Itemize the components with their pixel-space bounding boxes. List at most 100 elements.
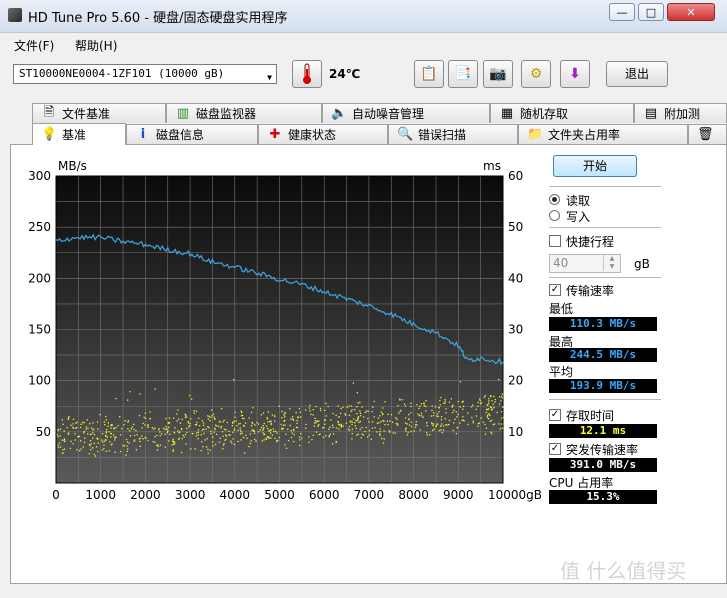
access-time-point [203, 432, 205, 435]
access-time-point [243, 424, 245, 427]
write-label: 写入 [566, 210, 591, 224]
access-time-point [197, 429, 200, 431]
access-time-point [70, 424, 72, 426]
access-time-point [168, 417, 171, 419]
access-time-point [333, 433, 335, 435]
access-time-point [477, 422, 479, 425]
access-time-point [123, 423, 125, 426]
access-time-point [426, 425, 428, 427]
access-time-point [390, 414, 393, 416]
access-time-point [486, 415, 489, 417]
transfer-rate-checkbox[interactable]: ✓ [549, 284, 561, 296]
cpu-usage-value: 15.3% [549, 490, 657, 504]
access-time-point [397, 405, 399, 407]
access-time-point [76, 426, 78, 429]
access-time-point [285, 447, 288, 449]
access-time-point [296, 422, 298, 424]
access-time-point [212, 441, 214, 443]
access-time-point [243, 417, 245, 420]
access-time-point [193, 410, 195, 412]
access-time-point [266, 418, 269, 420]
spin-down-icon[interactable]: ▼ [603, 263, 620, 271]
access-time-point [485, 427, 488, 429]
access-time-point [152, 441, 154, 443]
short-stroke-checkbox[interactable] [549, 235, 561, 247]
access-time-point [379, 433, 381, 435]
write-radio[interactable] [549, 210, 560, 221]
access-time-point [391, 421, 394, 423]
access-time-point [180, 428, 183, 430]
access-time-point [185, 443, 187, 445]
access-time-checkbox[interactable]: ✓ [549, 409, 561, 421]
access-time-point [501, 397, 503, 399]
access-time-point [453, 409, 455, 412]
access-time-point [331, 443, 334, 445]
access-time-point [165, 417, 167, 420]
short-stroke-spinner[interactable]: 40 ▲ ▼ [549, 254, 621, 273]
access-time-point [351, 428, 354, 430]
burst-rate-checkbox[interactable]: ✓ [549, 443, 561, 455]
read-radio[interactable] [549, 194, 560, 205]
access-time-point [105, 431, 107, 433]
access-time-point [293, 434, 295, 436]
access-time-point [178, 418, 180, 420]
transfer-rate-label: 传输速率 [566, 284, 615, 298]
access-time-point [90, 433, 92, 436]
access-time-point [228, 430, 230, 432]
access-time-point [201, 429, 204, 431]
access-time-point [223, 419, 225, 421]
access-time-point [172, 449, 174, 451]
access-time-point [233, 428, 236, 430]
access-time-point [222, 448, 224, 450]
access-time-point [292, 419, 295, 421]
access-time-point [202, 446, 204, 448]
access-time-point [85, 428, 87, 430]
access-time-point [436, 415, 438, 417]
access-time-point [242, 436, 245, 439]
access-time-point [291, 416, 294, 418]
access-time-point [117, 425, 119, 427]
access-time-point [210, 416, 212, 419]
start-button[interactable]: 开始 [553, 155, 637, 177]
access-time-point [430, 415, 433, 417]
access-time-point [182, 434, 184, 436]
access-time-point [367, 436, 369, 438]
access-time-point [420, 412, 423, 414]
access-time-point [315, 422, 317, 424]
access-time-point [405, 430, 407, 432]
access-time-point [398, 412, 400, 414]
access-time-point [262, 412, 265, 414]
access-time-point [250, 440, 252, 442]
access-time-point [298, 444, 301, 447]
access-time-point [233, 429, 236, 431]
access-time-point [482, 421, 484, 423]
spin-up-icon[interactable]: ▲ [603, 255, 620, 263]
access-time-point [207, 415, 209, 417]
access-time-point [470, 406, 473, 408]
access-time-point [177, 430, 179, 432]
access-time-point [416, 404, 418, 406]
access-time-point [346, 406, 348, 409]
access-time-point [261, 440, 263, 442]
access-time-point [313, 425, 315, 427]
access-time-point [96, 421, 99, 423]
access-time-point [133, 440, 135, 442]
access-time-point [97, 450, 99, 453]
access-time-point [102, 441, 104, 443]
access-time-point [290, 429, 292, 432]
access-time-point [61, 419, 63, 421]
access-time-point [361, 426, 363, 429]
access-time-point [423, 405, 426, 407]
access-time-point [156, 434, 158, 437]
access-time-point [126, 450, 128, 453]
access-time-point [410, 412, 412, 414]
access-time-point [357, 417, 360, 419]
access-time-point [380, 421, 382, 423]
access-time-point [139, 437, 141, 440]
access-time-point [309, 404, 311, 407]
access-time-point [498, 403, 501, 405]
access-time-point [370, 438, 372, 440]
access-time-point [179, 422, 182, 424]
access-time-point [185, 414, 187, 417]
access-time-point [337, 421, 339, 423]
